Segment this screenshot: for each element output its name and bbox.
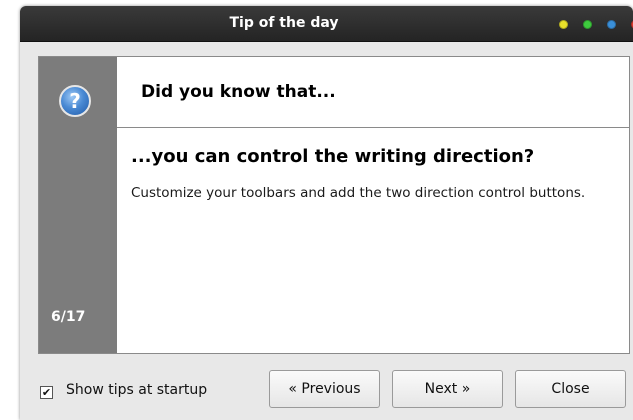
shade-window-icon[interactable] [607, 20, 616, 29]
previous-button[interactable]: « Previous [269, 370, 380, 408]
tip-header: Did you know that... [117, 57, 629, 128]
tip-sidebar: ? 6/17 [39, 57, 117, 353]
show-tips-label[interactable]: Show tips at startup [66, 382, 207, 398]
maximize-window-icon[interactable] [583, 20, 592, 29]
close-button[interactable]: Close [515, 370, 626, 408]
title-bar[interactable]: Tip of the day [20, 6, 633, 42]
tip-body: Customize your toolbars and add the two … [131, 185, 586, 201]
minimize-window-icon[interactable] [559, 20, 568, 29]
show-tips-checkbox[interactable]: ✔ [40, 386, 53, 399]
window-title: Tip of the day [229, 15, 339, 31]
tip-title: ...you can control the writing direction… [131, 146, 535, 167]
help-icon: ? [59, 85, 91, 117]
tip-of-the-day-window: Tip of the day ? 6/17 Did you know that.… [20, 6, 633, 420]
tip-counter: 6/17 [51, 309, 86, 325]
tip-panel: ? 6/17 Did you know that... ...you can c… [38, 56, 630, 354]
next-button[interactable]: Next » [392, 370, 503, 408]
did-you-know-heading: Did you know that... [141, 82, 336, 102]
tip-content: ...you can control the writing direction… [117, 128, 629, 353]
